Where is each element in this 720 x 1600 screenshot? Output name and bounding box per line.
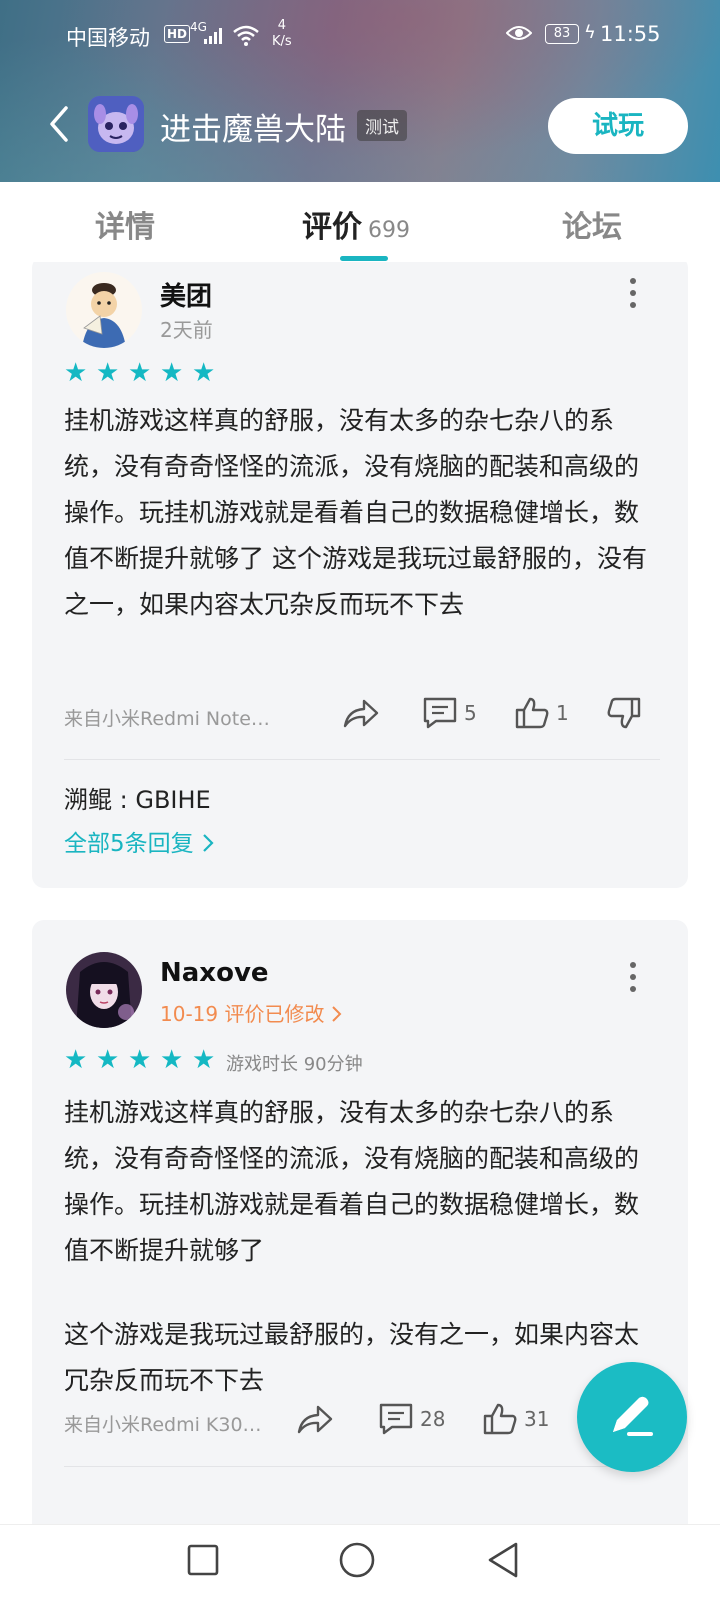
more-options-icon[interactable] (628, 278, 638, 314)
comment-icon (423, 697, 457, 729)
carrier-name: 中国移动 (66, 26, 150, 50)
pen-icon (613, 1396, 653, 1436)
like-count: 31 (524, 1407, 550, 1431)
device-info: 来自小米Redmi Note… (64, 708, 270, 730)
reply-preview[interactable]: 溯鲲 : GBIHE (64, 780, 211, 815)
comment-count: 5 (464, 701, 477, 725)
star-icon: ★ (64, 1045, 88, 1075)
comment-icon (379, 1403, 413, 1435)
review-time: 2天前 (160, 318, 213, 342)
star-rating: ★ ★ ★ ★ ★ (64, 358, 217, 388)
tab-details[interactable]: 详情 (95, 202, 155, 246)
review-username[interactable]: 美团 (160, 276, 212, 313)
comment-count: 28 (420, 1407, 446, 1431)
star-icon: ★ (160, 358, 184, 388)
avatar[interactable] (66, 272, 142, 348)
thumbs-up-icon (515, 697, 549, 729)
back-icon[interactable] (486, 1541, 522, 1579)
network-speed: 4 K/s (272, 18, 292, 50)
active-tab-indicator (340, 256, 388, 261)
thumbs-up-icon (483, 1403, 517, 1435)
try-play-button[interactable]: 试玩 (548, 98, 688, 154)
divider (64, 1466, 660, 1467)
like-button[interactable]: 1 (514, 696, 569, 730)
star-icon: ★ (64, 358, 88, 388)
star-rating: ★ ★ ★ ★ ★ (64, 1045, 217, 1075)
review-card[interactable]: 美团 2天前 ★ ★ ★ ★ ★ 挂机游戏这样真的舒服，没有太多的杂七杂八的系统… (32, 262, 688, 888)
star-icon: ★ (192, 1045, 216, 1075)
share-icon (297, 1405, 333, 1434)
review-content-continued[interactable]: 这个游戏是我玩过最舒服的，没有之一，如果内容太冗杂反而玩不下去 (64, 1312, 660, 1404)
star-icon: ★ (128, 1045, 152, 1075)
like-button[interactable]: 31 (482, 1402, 549, 1436)
wifi-icon (233, 25, 259, 46)
all-replies-link[interactable]: 全部5条回复 (64, 824, 215, 858)
comment-button[interactable]: 28 (378, 1402, 445, 1436)
home-icon[interactable] (338, 1541, 376, 1579)
back-arrow-icon[interactable] (44, 104, 74, 144)
write-review-button[interactable] (577, 1362, 687, 1472)
recent-apps-icon[interactable] (186, 1543, 220, 1577)
app-header: 中国移动 HD 4G 4 K/s 83 ϟ 11:55 进击魔兽大陆 测试 试玩 (0, 0, 720, 182)
review-content[interactable]: 挂机游戏这样真的舒服，没有太多的杂七杂八的系统，没有奇奇怪怪的流派，没有烧脑的配… (64, 1090, 660, 1274)
star-icon: ★ (96, 1045, 120, 1075)
star-icon: ★ (192, 358, 216, 388)
tab-reviews[interactable]: 评价 699 (302, 202, 410, 246)
chevron-right-icon (203, 834, 214, 852)
share-button[interactable] (342, 696, 380, 730)
comment-button[interactable]: 5 (422, 696, 477, 730)
play-duration: 游戏时长 90分钟 (226, 1054, 363, 1075)
review-edited-link[interactable]: 10-19 评价已修改 (160, 998, 343, 1027)
avatar[interactable] (66, 952, 142, 1028)
status-bar: 中国移动 HD 4G 4 K/s 83 ϟ 11:55 (0, 16, 720, 56)
test-badge: 测试 (357, 110, 407, 141)
divider (64, 759, 660, 760)
device-info: 来自小米Redmi K30… (64, 1414, 262, 1436)
dislike-button[interactable] (606, 696, 642, 730)
chevron-right-icon (332, 1006, 342, 1022)
tab-forum[interactable]: 论坛 (562, 202, 622, 246)
review-content[interactable]: 挂机游戏这样真的舒服，没有太多的杂七杂八的系统，没有奇奇怪怪的流派，没有烧脑的配… (64, 398, 660, 628)
review-username[interactable]: Naxove (160, 958, 269, 988)
like-count: 1 (556, 701, 569, 725)
speed-unit: K/s (272, 34, 292, 49)
star-icon: ★ (96, 358, 120, 388)
share-icon (343, 699, 379, 728)
review-list: 美团 2天前 ★ ★ ★ ★ ★ 挂机游戏这样真的舒服，没有太多的杂七杂八的系统… (0, 262, 720, 1524)
eye-icon (506, 26, 532, 40)
hd-badge: HD (164, 25, 191, 43)
game-title: 进击魔兽大陆 (160, 112, 346, 148)
share-button[interactable] (296, 1402, 334, 1436)
tab-bar: 详情 评价 699 论坛 (0, 182, 720, 262)
game-icon (88, 96, 144, 152)
signal-icon (204, 28, 226, 44)
battery-icon: 83 (545, 24, 579, 44)
charging-icon: ϟ (584, 22, 596, 43)
review-time: 10-19 评价已修改 (160, 1002, 325, 1026)
app-bar: 进击魔兽大陆 测试 试玩 (0, 96, 720, 156)
star-icon: ★ (160, 1045, 184, 1075)
tab-reviews-label: 评价 (302, 210, 362, 245)
more-options-icon[interactable] (628, 962, 638, 998)
thumbs-down-icon (607, 697, 641, 729)
star-icon: ★ (128, 358, 152, 388)
speed-value: 4 (277, 18, 286, 33)
system-nav-bar (0, 1524, 720, 1600)
review-count: 699 (368, 218, 410, 243)
clock: 11:55 (600, 22, 661, 46)
all-replies-label: 全部5条回复 (64, 831, 194, 857)
